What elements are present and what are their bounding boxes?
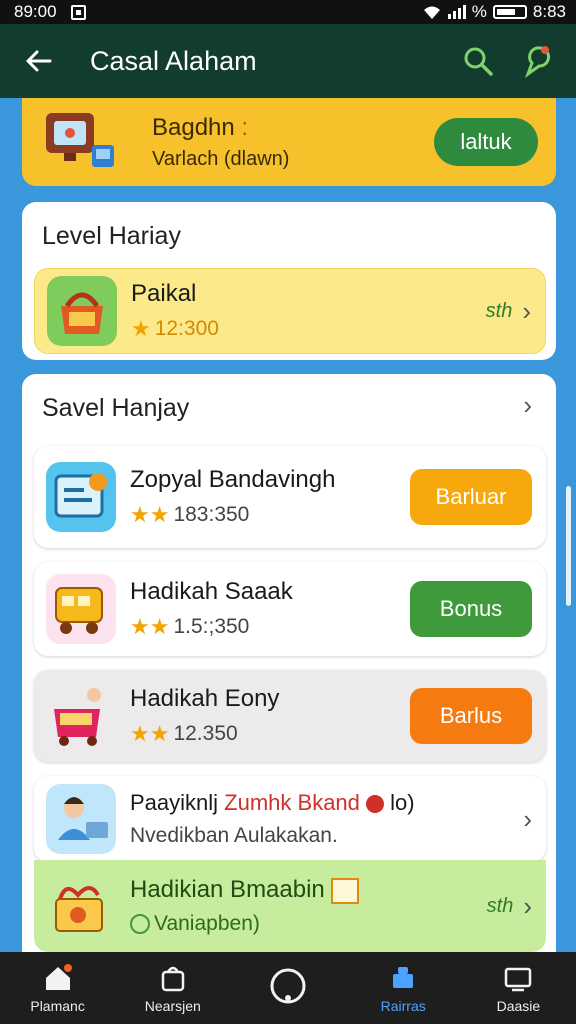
level-item-action[interactable]: sth bbox=[486, 300, 513, 323]
rating-stars: ★★ bbox=[130, 721, 170, 746]
banner-title: Bagdhn : bbox=[152, 113, 249, 141]
status-right-time: 8:83 bbox=[532, 2, 566, 21]
list-item[interactable]: Hadikah Saaak ★★ 1.5:;350 Bonus bbox=[34, 562, 546, 656]
circle-check-icon bbox=[130, 914, 150, 934]
item-subtitle: Vaniapben) bbox=[154, 912, 260, 935]
nav-bag[interactable]: Nearsjen bbox=[115, 952, 230, 1024]
page-title: Casal Alaham bbox=[90, 45, 257, 76]
list-item[interactable]: Hadikian Bmaabin Vaniapben) sth › bbox=[34, 860, 546, 952]
promo-item-name: Paayiknlj Zumhk Bkand lo) bbox=[130, 790, 415, 815]
item-name: Hadikah Eony bbox=[130, 685, 280, 712]
pin-icon bbox=[524, 46, 550, 78]
bag-icon bbox=[161, 966, 185, 992]
list-item[interactable]: Zopyal Bandavingh ★★ 183:350 Barluar bbox=[34, 446, 546, 548]
chevron-right-icon[interactable]: › bbox=[523, 804, 532, 835]
cart-figure-icon bbox=[46, 681, 116, 751]
bus-cart-icon bbox=[46, 574, 116, 644]
calendar-icon bbox=[331, 877, 360, 904]
rating-stars: ★ bbox=[131, 316, 151, 341]
nav-store[interactable]: Rairras bbox=[346, 952, 461, 1024]
item-action-button[interactable]: Barlus bbox=[410, 688, 532, 744]
back-button[interactable] bbox=[20, 43, 56, 79]
location-button[interactable] bbox=[516, 41, 556, 81]
status-bar: 89:00 % 8:83 bbox=[0, 0, 576, 24]
nav-center[interactable] bbox=[230, 952, 345, 1024]
scrollbar[interactable] bbox=[566, 486, 571, 606]
search-icon bbox=[464, 47, 493, 76]
computer-shop-icon bbox=[46, 113, 114, 167]
chevron-right-icon[interactable]: › bbox=[522, 296, 531, 327]
banner-button[interactable]: laltuk bbox=[434, 118, 538, 166]
item-value: 1.5:;350 bbox=[173, 615, 250, 638]
status-time: 89:00 bbox=[14, 2, 57, 21]
promo-banner[interactable]: Bagdhn : Varlach (dlawn) laltuk bbox=[22, 98, 556, 186]
item-action-button[interactable]: Bonus bbox=[410, 581, 532, 637]
saved-section: Savel Hanjay › Zopyal Bandavingh ★★ 183:3… bbox=[22, 374, 556, 952]
rating-stars: ★★ bbox=[130, 502, 170, 527]
list-item[interactable]: Hadikah Eony ★★ 12.350 Barlus bbox=[34, 670, 546, 762]
back-arrow-icon bbox=[26, 50, 52, 72]
item-name: Hadikah Saaak bbox=[130, 578, 293, 605]
item-value: 12.350 bbox=[173, 722, 238, 745]
store-icon bbox=[393, 967, 414, 988]
nav-home[interactable]: Plamanc bbox=[0, 952, 115, 1024]
badge-icon bbox=[366, 795, 385, 814]
saved-section-chevron-icon[interactable]: › bbox=[523, 390, 532, 421]
item-action[interactable]: sth bbox=[487, 895, 514, 918]
battery-icon bbox=[492, 5, 527, 19]
level-section: Level Hariay Paikal ★ 12:300 sth › bbox=[22, 202, 556, 360]
gift-box-icon bbox=[46, 871, 116, 941]
bottom-nav: Plamanc Nearsjen Rairras Daasie bbox=[0, 952, 576, 1024]
home-icon bbox=[45, 964, 72, 990]
banner-subtitle: Varlach (dlawn) bbox=[152, 147, 290, 170]
tablet-gear-icon bbox=[46, 462, 116, 532]
circle-icon bbox=[270, 968, 306, 1004]
level-item-name: Paikal bbox=[131, 280, 197, 307]
item-value: 183:350 bbox=[173, 503, 250, 526]
promo-item-subtitle: Nvedikban Aulakakan. bbox=[130, 824, 338, 847]
wifi-icon bbox=[423, 6, 440, 19]
item-name: Hadikian Bmaabin bbox=[130, 876, 487, 904]
level-section-title: Level Hariay bbox=[42, 222, 181, 250]
person-laptop-icon bbox=[46, 784, 116, 854]
level-item-rating: 12:300 bbox=[154, 317, 219, 340]
promo-list-item[interactable]: Paayiknlj Zumhk Bkand lo) Nvedikban Aula… bbox=[34, 776, 546, 862]
level-item[interactable]: Paikal ★ 12:300 sth › bbox=[34, 268, 546, 354]
item-name: Zopyal Bandavingh bbox=[130, 466, 336, 493]
notification-icon bbox=[70, 4, 86, 20]
tv-icon bbox=[505, 967, 532, 992]
saved-section-title: Savel Hanjay bbox=[42, 394, 190, 422]
app-bar: Casal Alaham bbox=[0, 24, 576, 98]
rating-stars: ★★ bbox=[130, 614, 170, 639]
item-action-button[interactable]: Barluar bbox=[410, 469, 532, 525]
nav-tv[interactable]: Daasie bbox=[461, 952, 576, 1024]
chevron-right-icon[interactable]: › bbox=[523, 891, 532, 922]
signal-icon bbox=[447, 5, 466, 19]
search-button[interactable] bbox=[458, 41, 498, 81]
status-percent: % bbox=[471, 2, 487, 21]
shop-basket-icon bbox=[47, 276, 117, 346]
